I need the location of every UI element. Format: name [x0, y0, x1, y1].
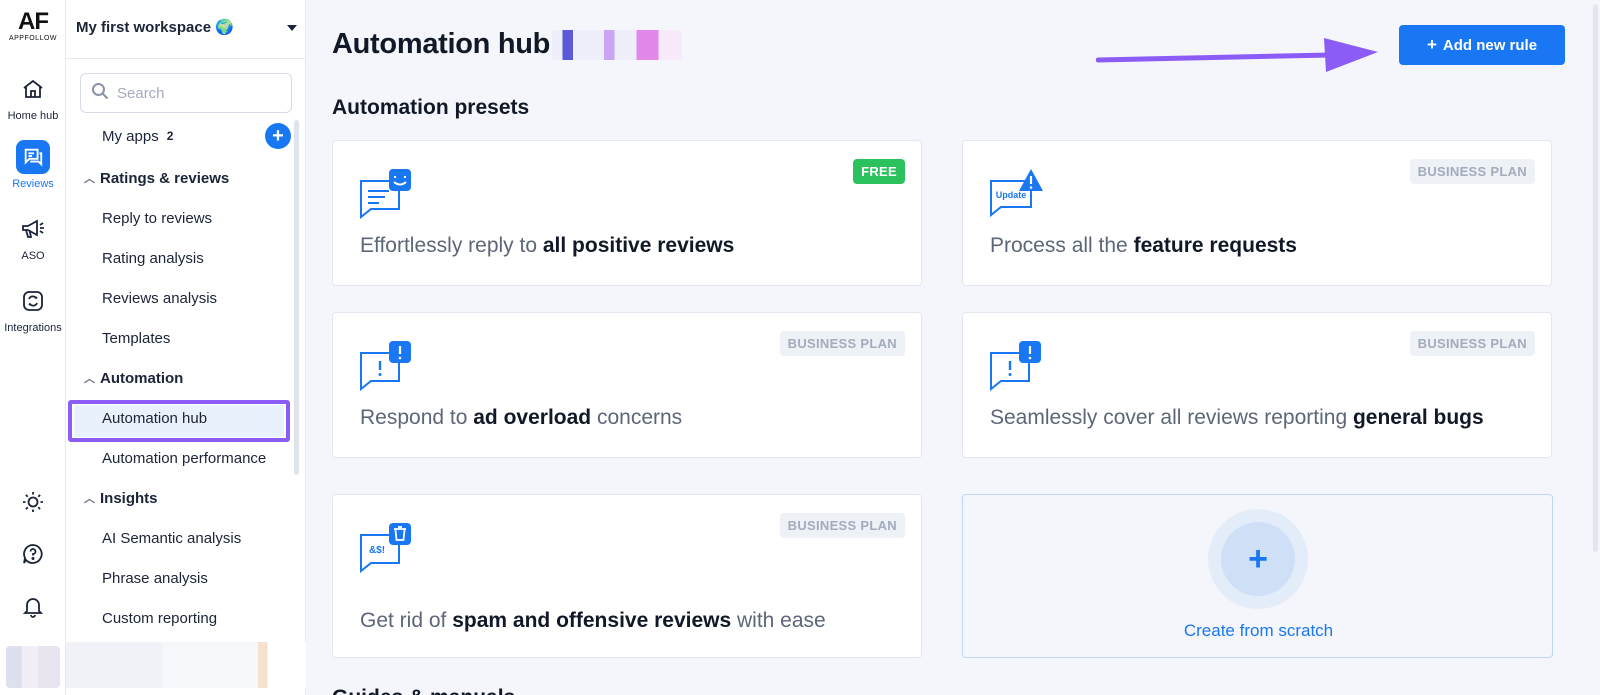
sidebar-scrollbar[interactable]	[294, 120, 299, 475]
add-new-rule-button[interactable]: + Add new rule	[1399, 25, 1565, 65]
section-title: Ratings & reviews	[100, 169, 230, 187]
section-automation[interactable]: ︿ Automation	[66, 366, 306, 390]
business-plan-badge: BUSINESS PLAN	[779, 513, 905, 538]
megaphone-icon	[16, 212, 50, 246]
sidebar-item-automation-hub[interactable]: Automation hub	[66, 406, 306, 430]
search-box[interactable]	[80, 73, 292, 113]
chevron-up-icon: ︿	[84, 373, 95, 385]
rail-item-label: Home hub	[7, 110, 59, 122]
sidebar-item-ai-semantic-analysis[interactable]: AI Semantic analysis	[66, 526, 306, 550]
preset-text: Respond to ad overload concerns	[360, 406, 683, 429]
guides-section-title: Guides & manuals	[332, 686, 515, 695]
main-content: Automation hub + Add new rule Automation…	[306, 0, 1600, 695]
sidebar-item-automation-performance[interactable]: Automation performance	[66, 446, 306, 470]
left-rail: AF APPFOLLOW Home hub Reviews ASO Integr…	[0, 0, 66, 695]
preset-text: Process all the feature requests	[990, 234, 1297, 257]
sidebar-item-label: AI Semantic analysis	[102, 529, 242, 547]
sidebar-item-rating-analysis[interactable]: Rating analysis	[66, 246, 306, 270]
preset-text: Get rid of spam and offensive reviews wi…	[360, 609, 826, 632]
sidebar-item-label: Rating analysis	[102, 249, 204, 267]
my-apps-count: 2	[166, 129, 174, 143]
chevron-up-icon: ︿	[84, 493, 95, 505]
svg-text:&$!: &$!	[369, 545, 385, 556]
sidebar-item-reviews-analysis[interactable]: Reviews analysis	[66, 286, 306, 310]
section-ratings-reviews[interactable]: ︿ Ratings & reviews	[66, 166, 306, 190]
chevron-down-icon	[286, 19, 298, 36]
workspace-selector[interactable]: My first workspace 🌍	[76, 16, 298, 38]
sidebar-item-label: Phrase analysis	[102, 569, 208, 587]
bug-review-icon	[990, 341, 1041, 391]
app-selector[interactable]	[552, 30, 682, 60]
section-insights[interactable]: ︿ Insights	[66, 486, 306, 510]
sidebar-item-label: Automation hub	[102, 409, 208, 427]
notifications-bell-icon[interactable]	[0, 594, 66, 618]
preset-text: Effortlessly reply to all positive revie…	[360, 234, 735, 257]
preset-text: Seamlessly cover all reviews reporting g…	[990, 406, 1484, 429]
free-badge: FREE	[853, 159, 905, 184]
rail-item-integrations[interactable]: Integrations	[0, 284, 66, 334]
section-title: Insights	[100, 489, 158, 507]
sidebar-item-phrase-analysis[interactable]: Phrase analysis	[66, 566, 306, 590]
business-plan-badge: BUSINESS PLAN	[1409, 159, 1535, 184]
preset-card-spam-offensive[interactable]: BUSINESS PLAN &$! Get rid of spam and of…	[332, 494, 922, 658]
sidebar-item-reply-to-reviews[interactable]: Reply to reviews	[66, 206, 306, 230]
my-apps-label: My apps	[102, 127, 159, 145]
logo-subtext: APPFOLLOW	[8, 35, 58, 42]
page-title: Automation hub	[332, 28, 551, 60]
rail-item-aso[interactable]: ASO	[0, 212, 66, 262]
avatar[interactable]	[6, 646, 60, 688]
rail-item-label: Integrations	[4, 322, 62, 334]
positive-review-icon	[360, 169, 411, 219]
spam-delete-icon: &$!	[360, 523, 411, 573]
business-plan-badge: BUSINESS PLAN	[1409, 331, 1535, 356]
divider	[66, 58, 306, 59]
sidebar: My first workspace 🌍 My apps 2 + ︿ Ratin…	[66, 0, 306, 695]
sidebar-item-custom-reporting[interactable]: Custom reporting	[66, 606, 306, 630]
logo-text: AF	[18, 8, 49, 35]
chevron-up-icon: ︿	[84, 173, 95, 185]
workspace-name: My first workspace 🌍	[76, 19, 234, 36]
business-plan-badge: BUSINESS PLAN	[779, 331, 905, 356]
appfollow-logo[interactable]: AF APPFOLLOW	[0, 8, 66, 43]
sidebar-item-label: Reply to reviews	[102, 209, 213, 227]
sidebar-item-label: Automation performance	[102, 449, 267, 467]
section-title: Automation	[100, 369, 184, 387]
create-from-scratch-label: Create from scratch	[1183, 621, 1334, 640]
plus-icon: +	[1221, 522, 1295, 596]
reviews-chat-icon	[16, 140, 50, 174]
plus-circle: +	[1208, 509, 1308, 609]
preset-card-positive-reviews[interactable]: FREE Effortlessly reply to all positive …	[332, 140, 922, 286]
theme-sun-icon[interactable]	[0, 490, 66, 514]
preset-card-feature-requests[interactable]: BUSINESS PLAN Update Process all the fea…	[962, 140, 1552, 286]
rail-item-label: ASO	[21, 250, 45, 262]
sidebar-item-label: Reviews analysis	[102, 289, 218, 307]
rail-item-home-hub[interactable]: Home hub	[0, 72, 66, 122]
create-from-scratch-card[interactable]: + Create from scratch	[962, 494, 1553, 658]
plus-icon: +	[272, 125, 284, 147]
main-scrollbar[interactable]	[1592, 0, 1600, 555]
rail-item-reviews[interactable]: Reviews	[0, 140, 66, 190]
feature-update-icon: Update	[990, 169, 1043, 218]
search-icon	[91, 82, 109, 105]
alert-review-icon	[360, 341, 411, 391]
arrow-annotation	[1096, 38, 1378, 72]
add-new-rule-label: Add new rule	[1442, 36, 1538, 54]
sidebar-item-templates[interactable]: Templates	[66, 326, 306, 350]
search-input[interactable]	[117, 84, 287, 102]
rail-item-label: Reviews	[12, 178, 54, 190]
help-icon[interactable]	[0, 542, 66, 566]
home-icon	[16, 72, 50, 106]
add-app-button[interactable]: +	[265, 123, 291, 149]
sidebar-item-label: Templates	[102, 329, 171, 347]
preset-card-ad-overload[interactable]: BUSINESS PLAN Respond to ad overload con…	[332, 312, 922, 458]
sidebar-item-label: Custom reporting	[102, 609, 218, 627]
svg-text:Update: Update	[996, 190, 1027, 200]
user-profile[interactable]	[66, 642, 306, 688]
presets-title: Automation presets	[332, 96, 530, 119]
plus-icon: +	[1426, 35, 1437, 54]
preset-card-general-bugs[interactable]: BUSINESS PLAN Seamlessly cover all revie…	[962, 312, 1552, 458]
integrations-icon	[16, 284, 50, 318]
